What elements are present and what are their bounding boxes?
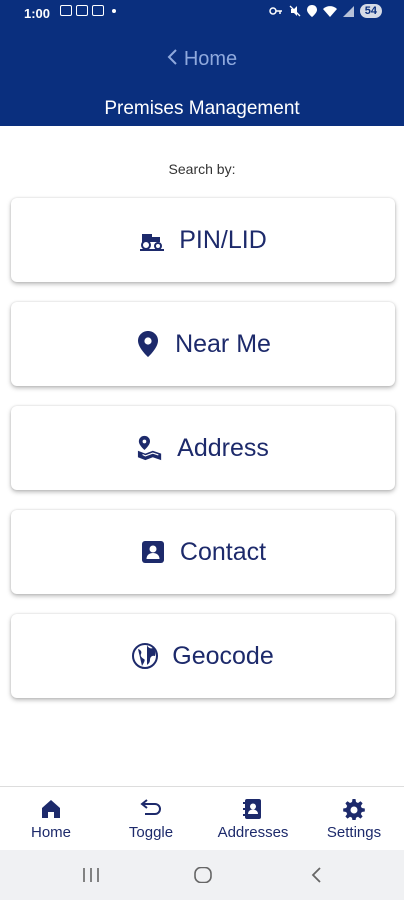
nav-label: Settings bbox=[326, 823, 382, 841]
status-bar: 1:00 54 bbox=[0, 0, 404, 28]
back-home-link[interactable]: Home bbox=[0, 48, 404, 71]
wifi-icon bbox=[322, 5, 337, 17]
search-option-label: Near Me bbox=[175, 329, 271, 358]
search-by-label: Search by: bbox=[168, 161, 236, 177]
back-label: Home bbox=[183, 48, 238, 70]
android-navigation-bar bbox=[0, 850, 404, 900]
app-header: 1:00 54 Home Premises Management bbox=[0, 0, 404, 126]
nav-label: Home bbox=[30, 823, 71, 841]
key-icon bbox=[269, 7, 282, 15]
notification-icons bbox=[60, 5, 116, 16]
signal-icon bbox=[342, 5, 354, 17]
search-near-me-button[interactable]: Near Me bbox=[11, 302, 395, 386]
recent-apps-button[interactable] bbox=[82, 867, 100, 888]
search-geocode-button[interactable]: Geocode bbox=[11, 614, 395, 698]
dot-icon bbox=[112, 8, 116, 13]
back-button[interactable] bbox=[310, 867, 322, 888]
message-icon bbox=[76, 5, 88, 16]
status-time: 1:00 bbox=[24, 6, 51, 21]
nav-label: Toggle bbox=[128, 823, 174, 841]
battery-badge: 54 bbox=[359, 4, 382, 18]
mute-icon bbox=[289, 5, 301, 17]
nav-home[interactable]: Home bbox=[18, 787, 84, 851]
nav-toggle[interactable]: Toggle bbox=[118, 787, 184, 851]
message-icon bbox=[92, 5, 104, 16]
search-pin-lid-button[interactable]: PIN/LID bbox=[11, 198, 395, 282]
home-button[interactable] bbox=[194, 866, 212, 888]
tractor-icon bbox=[139, 227, 165, 253]
globe-icon bbox=[132, 643, 159, 669]
search-option-label: PIN/LID bbox=[179, 225, 267, 254]
nav-label: Addresses bbox=[217, 823, 289, 841]
location-pin-icon bbox=[135, 331, 161, 357]
map-address-icon bbox=[137, 435, 163, 461]
page-title: Premises Management bbox=[104, 98, 300, 119]
search-contact-button[interactable]: Contact bbox=[11, 510, 395, 594]
chevron-left-icon bbox=[167, 48, 178, 71]
location-icon bbox=[306, 5, 317, 17]
search-option-label: Geocode bbox=[172, 641, 274, 670]
contact-card-icon bbox=[140, 539, 166, 565]
address-book-icon bbox=[243, 798, 261, 819]
toggle-arrows-icon bbox=[140, 798, 161, 815]
bottom-navigation: Home Toggle Addresses Settings bbox=[0, 786, 404, 850]
gear-icon bbox=[343, 798, 365, 820]
nav-addresses[interactable]: Addresses bbox=[208, 787, 298, 851]
screenshot-icon bbox=[60, 5, 72, 16]
nav-settings[interactable]: Settings bbox=[318, 787, 390, 851]
search-address-button[interactable]: Address bbox=[11, 406, 395, 490]
system-icons: 54 bbox=[269, 4, 382, 18]
search-option-label: Contact bbox=[179, 537, 267, 566]
search-option-label: Address bbox=[177, 433, 269, 462]
home-icon bbox=[42, 799, 60, 818]
